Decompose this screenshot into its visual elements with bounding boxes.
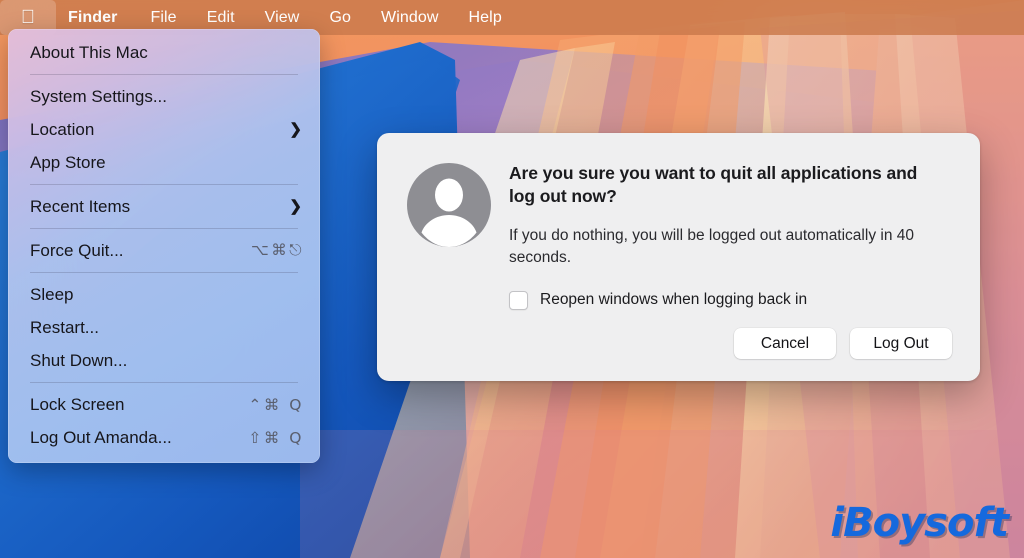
menu-item-sleep[interactable]: Sleep	[8, 278, 320, 311]
reopen-windows-checkbox[interactable]	[509, 290, 528, 310]
menu-item-shortcut: ⌥⌘⎋	[250, 241, 304, 259]
menu-separator	[30, 272, 298, 273]
menu-item-label: About This Mac	[30, 43, 148, 62]
menu-item-shortcut: ⌃⌘ Q	[248, 395, 304, 414]
menu-item-label: Lock Screen	[30, 395, 125, 414]
iboysoft-watermark: iBoysoft	[830, 500, 1009, 546]
menu-item-restart[interactable]: Restart...	[8, 311, 320, 344]
menu-item-lock-screen[interactable]: Lock Screen ⌃⌘ Q	[8, 388, 320, 421]
dialog-title: Are you sure you want to quit all applic…	[509, 163, 918, 207]
menu-item-label: System Settings...	[30, 87, 167, 106]
menu-item-label: Restart...	[30, 318, 99, 337]
dialog-message: If you do nothing, you will be logged ou…	[509, 226, 914, 266]
menu-item-shortcut: ⇧⌘ Q	[248, 428, 304, 447]
avatar	[407, 160, 493, 310]
menu-item-label: Shut Down...	[30, 351, 128, 370]
apple-menu-dropdown: About This Mac System Settings... Locati…	[8, 29, 320, 463]
menu-item-location[interactable]: Location ❯	[8, 113, 320, 146]
menu-separator	[30, 228, 298, 229]
menu-item-label: Sleep	[30, 285, 74, 304]
cancel-button[interactable]: Cancel	[734, 328, 836, 359]
menu-item-label: Force Quit...	[30, 241, 124, 260]
menu-item-system-settings[interactable]: System Settings...	[8, 80, 320, 113]
user-account-icon	[407, 163, 491, 247]
menu-item-label: Log Out Amanda...	[30, 428, 172, 447]
menu-item-app-store[interactable]: App Store	[8, 146, 320, 179]
menubar-item-go[interactable]: Go	[314, 0, 366, 35]
menu-item-log-out[interactable]: Log Out Amanda... ⇧⌘ Q	[8, 421, 320, 454]
logout-confirmation-dialog: Are you sure you want to quit all applic…	[377, 133, 980, 381]
menu-separator	[30, 74, 298, 75]
dialog-button-row: Cancel Log Out	[734, 328, 952, 359]
menu-separator	[30, 382, 298, 383]
menu-item-label: Location	[30, 120, 95, 139]
menu-item-about-this-mac[interactable]: About This Mac	[8, 36, 320, 69]
menu-item-label: Recent Items	[30, 197, 131, 216]
menu-item-shut-down[interactable]: Shut Down...	[8, 344, 320, 377]
menu-separator	[30, 184, 298, 185]
apple-logo-icon: 	[21, 8, 35, 27]
reopen-windows-checkbox-row[interactable]: Reopen windows when logging back in	[509, 290, 950, 310]
menu-item-recent-items[interactable]: Recent Items ❯	[8, 190, 320, 223]
menubar-item-help[interactable]: Help	[454, 0, 517, 35]
log-out-button[interactable]: Log Out	[850, 328, 952, 359]
menu-item-force-quit[interactable]: Force Quit... ⌥⌘⎋	[8, 234, 320, 267]
menu-item-label: App Store	[30, 153, 106, 172]
menubar-item-window[interactable]: Window	[366, 0, 454, 35]
reopen-windows-label: Reopen windows when logging back in	[540, 291, 808, 309]
chevron-right-icon: ❯	[289, 198, 302, 215]
chevron-right-icon: ❯	[289, 121, 302, 138]
